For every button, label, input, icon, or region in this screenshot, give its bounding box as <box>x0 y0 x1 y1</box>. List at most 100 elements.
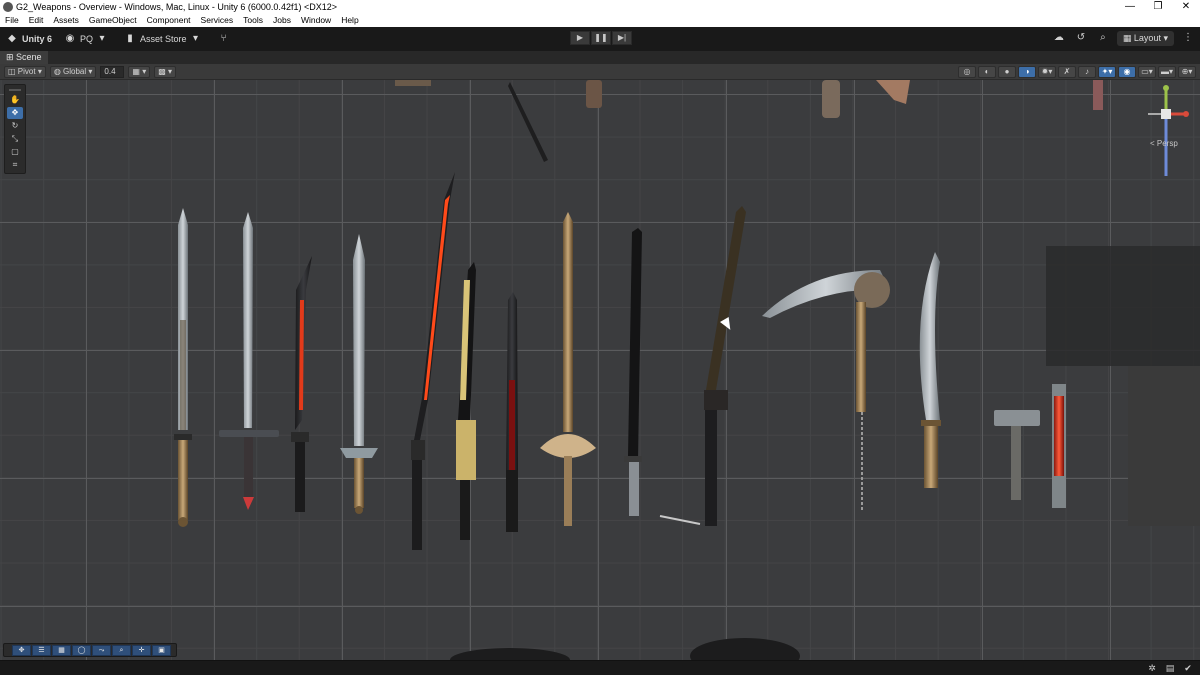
increment-snap-dropdown[interactable]: ▩ ▾ <box>154 65 176 78</box>
close-button[interactable]: ✕ <box>1172 0 1200 14</box>
rotate-tool-icon[interactable]: ↻ <box>7 120 23 132</box>
play-controls: ▶ ❚❚ ▶| <box>570 31 632 45</box>
weapon-sword-2[interactable] <box>219 212 279 510</box>
weapon-katana-red[interactable] <box>411 172 455 550</box>
lighting-toggle-icon[interactable]: ✗ <box>1058 66 1076 78</box>
menu-assets[interactable]: Assets <box>48 14 84 27</box>
weapon-sword-1[interactable] <box>174 208 192 527</box>
global-dropdown[interactable]: ◍ Global ▾ <box>49 65 97 78</box>
shopping-bag-icon: ▮ <box>127 33 133 44</box>
overlay-pan-icon[interactable]: ✛ <box>132 644 151 656</box>
overlay-orbit-icon[interactable]: ◯ <box>72 644 91 656</box>
cloud-icon[interactable]: ☁ <box>1051 30 1067 46</box>
weapon-curved-dagger[interactable] <box>919 252 941 488</box>
effects-dropdown-icon[interactable]: ✦▾ <box>1098 66 1116 78</box>
restore-button[interactable]: ❐ <box>1144 0 1172 14</box>
camera-dropdown-icon[interactable]: ▭▾ <box>1138 66 1156 78</box>
minimize-button[interactable]: — <box>1116 0 1144 14</box>
menu-jobs[interactable]: Jobs <box>268 14 296 27</box>
shading-shaded-wireframe-icon[interactable]: ◐ <box>978 66 996 78</box>
overlay-move-icon[interactable]: ✥ <box>12 644 31 656</box>
pivot-dropdown[interactable]: ◫ Pivot ▾ <box>4 65 46 78</box>
rect-tool-icon[interactable]: ▢ <box>7 146 23 158</box>
main-toolbar: ◆ Unity 6 ◉ PQ ▾ ▮ Asset Store ▾ ⑂ ▶ ❚❚ … <box>0 27 1200 51</box>
render-debug-icon[interactable]: ✹▾ <box>1038 66 1056 78</box>
weapon-lotus-sword[interactable] <box>540 212 596 526</box>
asset-store-dropdown[interactable]: ▮ Asset Store ▾ <box>118 30 212 48</box>
persp-label[interactable]: < Persp <box>1150 139 1178 148</box>
gizmos-dropdown-icon[interactable]: ▬▾ <box>1158 66 1176 78</box>
visibility-toggle-icon[interactable]: ◉ <box>1118 66 1136 78</box>
transform-tool-icon[interactable]: ⌗ <box>7 159 23 171</box>
partial-object-top-1 <box>395 80 431 86</box>
menu-services[interactable]: Services <box>196 14 239 27</box>
chevron-down-icon: ▾ <box>99 33 105 44</box>
overlay-camera-icon[interactable]: ▣ <box>152 644 171 656</box>
overlay-grid-icon[interactable]: ▦ <box>52 644 71 656</box>
overlay-path-icon[interactable]: ⤳ <box>92 644 111 656</box>
scene-viewport[interactable] <box>0 80 1200 660</box>
scene-tab-bar: ⊞ Scene <box>0 51 1200 64</box>
search-icon[interactable]: ⌕ <box>1095 30 1111 46</box>
status-icons: ✲ ▤ ✔ <box>1146 663 1194 674</box>
global-label: Global <box>63 66 87 76</box>
shading-shaded-icon[interactable]: ● <box>998 66 1016 78</box>
globe-icon: ◍ <box>53 66 64 76</box>
weapon-gold-black-blade[interactable] <box>456 262 476 540</box>
asset-store-label: Asset Store <box>140 34 187 44</box>
version-control-button[interactable]: ⑂ <box>212 30 240 48</box>
scene-grid-icon: ⊞ <box>6 52 17 62</box>
account-dropdown[interactable]: ◉ PQ ▾ <box>58 30 118 48</box>
pause-button[interactable]: ❚❚ <box>591 31 611 45</box>
weapon-scythe[interactable] <box>762 270 890 512</box>
anvil-block[interactable] <box>1046 246 1200 526</box>
overlay-align-icon[interactable]: ☰ <box>32 644 51 656</box>
status-bar: ✲ ▤ ✔ <box>0 660 1200 675</box>
shading-wireframe-icon[interactable]: ◎ <box>958 66 976 78</box>
scale-tool-icon[interactable]: ⤡ <box>7 133 23 145</box>
weapon-sword-3[interactable] <box>291 256 312 512</box>
step-button[interactable]: ▶| <box>612 31 632 45</box>
weapon-black-katana[interactable] <box>624 228 642 516</box>
drag-handle[interactable] <box>9 89 21 91</box>
window-title-bar: G2_Weapons - Overview - Windows, Mac, Li… <box>0 0 1200 14</box>
check-icon[interactable]: ✔ <box>1182 663 1194 674</box>
weapon-hammer[interactable] <box>994 410 1040 500</box>
weapon-sheathed-katana[interactable] <box>659 206 746 526</box>
debug-icon[interactable]: ✲ <box>1146 663 1158 674</box>
unity-version-label: Unity 6 <box>22 34 53 44</box>
weapons-scene <box>174 80 1200 660</box>
partial-object-bottom <box>450 638 800 660</box>
grid-snapping-dropdown[interactable]: ▦ ▾ <box>128 65 151 78</box>
menu-component[interactable]: Component <box>142 14 196 27</box>
more-options-icon[interactable]: ⋮ <box>1180 30 1196 46</box>
weapon-sword-4[interactable] <box>340 234 378 514</box>
user-icon: ◉ <box>65 33 75 44</box>
menu-edit[interactable]: Edit <box>24 14 49 27</box>
2d-toggle-icon[interactable]: ⊕▾ <box>1178 66 1196 78</box>
layout-icon: ▦ <box>1122 32 1134 43</box>
glowing-ingot[interactable] <box>1052 384 1066 508</box>
shading-unlit-icon[interactable]: ◑ <box>1018 66 1036 78</box>
layout-dropdown[interactable]: ▦ Layout ▾ <box>1116 30 1174 46</box>
play-button[interactable]: ▶ <box>570 31 590 45</box>
progress-icon[interactable]: ▤ <box>1164 663 1176 674</box>
menu-file[interactable]: File <box>0 14 24 27</box>
grid-snap-field[interactable]: 0.4 <box>100 65 125 78</box>
history-icon[interactable]: ↺ <box>1073 30 1089 46</box>
chevron-down-icon: ▾ <box>1163 32 1168 43</box>
menu-tools[interactable]: Tools <box>238 14 268 27</box>
unity-account-button[interactable]: ◆ Unity 6 <box>0 30 58 48</box>
partial-object-top-6 <box>1093 80 1103 110</box>
tab-scene[interactable]: ⊞ Scene <box>0 51 48 64</box>
menu-gameobject[interactable]: GameObject <box>84 14 142 27</box>
move-tool-icon[interactable]: ✥ <box>7 107 23 119</box>
weapon-dark-red-sword[interactable] <box>506 292 518 532</box>
menu-window[interactable]: Window <box>296 14 336 27</box>
overlay-zoom-icon[interactable]: ⌕ <box>112 644 131 656</box>
menu-help[interactable]: Help <box>336 14 363 27</box>
view-tool-hand-icon[interactable]: ✋ <box>7 94 23 106</box>
audio-toggle-icon[interactable]: ♪ <box>1078 66 1096 78</box>
orientation-gizmo[interactable] <box>1142 84 1190 180</box>
layout-label: Layout <box>1133 32 1161 43</box>
